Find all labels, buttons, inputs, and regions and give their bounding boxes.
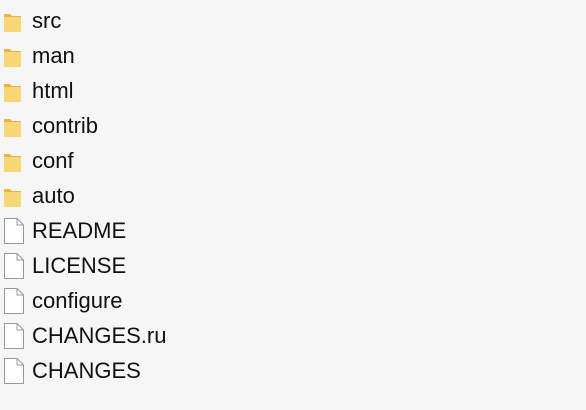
file-icon <box>3 323 25 349</box>
file-list: src man html contrib conf auto README LI… <box>0 3 586 388</box>
item-name: README <box>32 218 127 243</box>
file-icon <box>3 358 25 384</box>
item-name: configure <box>32 288 123 313</box>
list-item-license[interactable]: LICENSE <box>0 248 586 283</box>
folder-icon <box>3 113 25 139</box>
item-name: html <box>32 78 74 103</box>
list-item-readme[interactable]: README <box>0 213 586 248</box>
folder-icon <box>3 148 25 174</box>
item-name: conf <box>32 148 74 173</box>
file-icon <box>3 253 25 279</box>
folder-icon <box>3 78 25 104</box>
item-name: CHANGES.ru <box>32 323 167 348</box>
file-icon <box>3 288 25 314</box>
list-item-changes[interactable]: CHANGES <box>0 353 586 388</box>
item-name: LICENSE <box>32 253 127 278</box>
list-item-conf[interactable]: conf <box>0 143 586 178</box>
file-icon <box>3 218 25 244</box>
folder-icon <box>3 183 25 209</box>
list-item-configure[interactable]: configure <box>0 283 586 318</box>
item-name: src <box>32 8 62 33</box>
list-item-contrib[interactable]: contrib <box>0 108 586 143</box>
folder-icon <box>3 8 25 34</box>
folder-icon <box>3 43 25 69</box>
item-name: auto <box>32 183 75 208</box>
list-item-html[interactable]: html <box>0 73 586 108</box>
list-item-man[interactable]: man <box>0 38 586 73</box>
list-item-src[interactable]: src <box>0 3 586 38</box>
item-name: CHANGES <box>32 358 141 383</box>
list-item-changes-ru[interactable]: CHANGES.ru <box>0 318 586 353</box>
item-name: man <box>32 43 75 68</box>
item-name: contrib <box>32 113 99 138</box>
list-item-auto[interactable]: auto <box>0 178 586 213</box>
